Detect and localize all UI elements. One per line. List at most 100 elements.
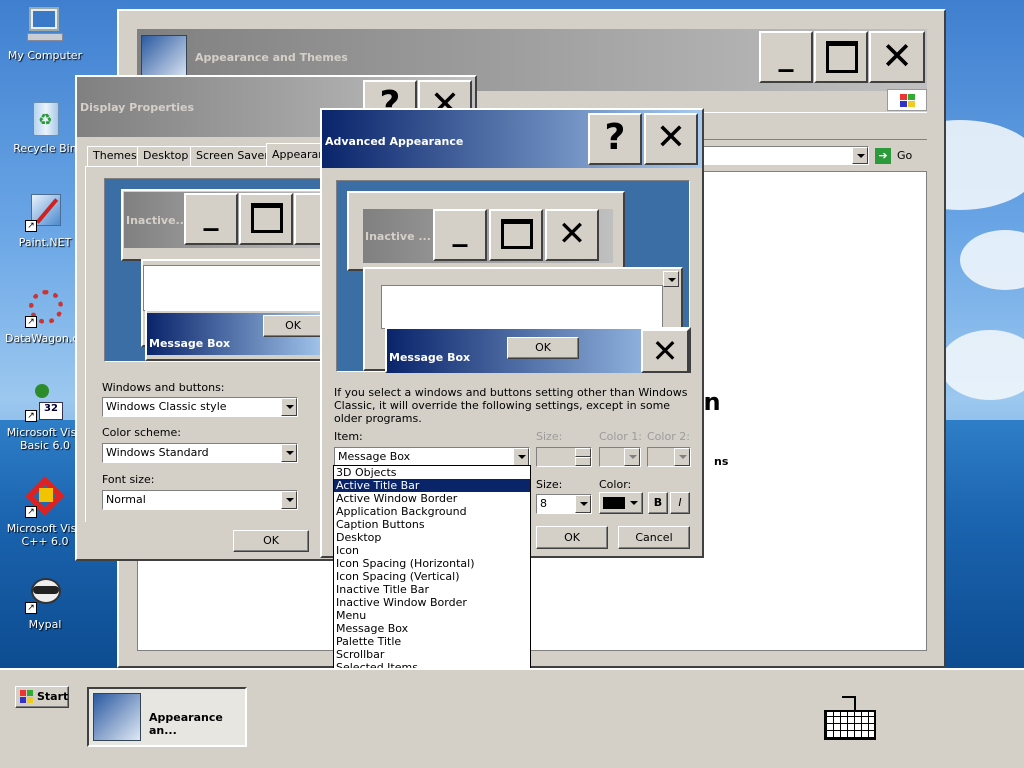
ok-button[interactable]: OK [536,526,608,549]
advanced-preview-inactive-title: Inactive ... [365,230,431,243]
dropdown-option[interactable]: Icon Spacing (Horizontal) [334,557,530,570]
desktop-icon-mypal[interactable]: ↗ Mypal [5,574,85,631]
go-button[interactable]: ➔ Go [873,146,927,166]
color1-picker[interactable] [599,447,641,467]
ok-button[interactable]: OK [233,530,309,552]
chevron-down-icon[interactable] [575,495,591,513]
minimize-button[interactable]: _ [759,31,813,83]
cancel-button[interactable]: Cancel [618,526,690,549]
desktop-icon-label: DataWagon.co [5,332,86,345]
color-scheme-value: Windows Standard [106,446,209,459]
tab-desktop[interactable]: Desktop [137,146,195,166]
preview-close-button: ✕ [545,209,599,261]
italic-button[interactable]: I [670,492,690,514]
chevron-down-icon[interactable] [513,448,529,466]
go-label: Go [897,149,913,162]
display-properties-title: Display Properties [80,101,195,114]
dropdown-option[interactable]: Application Background [334,505,530,518]
item-label: Item: [334,430,363,443]
dropdown-option[interactable]: Caption Buttons [334,518,530,531]
start-button[interactable]: Start [15,686,69,708]
desktop-icon-visual-cpp[interactable]: ↗ Microsoft Visu C++ 6.0 [5,476,85,548]
appearance-icon [93,693,141,741]
minimize-icon: _ [778,38,794,73]
main-window-title: Appearance and Themes [195,51,348,64]
dropdown-option[interactable]: Desktop [334,531,530,544]
help-button[interactable]: ? [588,113,642,165]
preview-maximize-button [239,193,293,245]
taskbar-task-appearance[interactable]: Appearance an... [87,687,247,747]
desktop-icon-label: Microsoft Visu Basic 6.0 [6,426,84,452]
dropdown-option[interactable]: Active Window Border [334,492,530,505]
close-icon: ✕ [881,34,913,78]
advanced-title: Advanced Appearance [325,135,464,148]
desktop-icon-paint-net[interactable]: ↗ Paint.NET [5,192,85,249]
font-size-label: Size: [536,478,563,491]
item-dropdown-list[interactable]: 3D Objects Active Title Bar Active Window … [333,465,531,701]
dropdown-option[interactable]: Icon Spacing (Vertical) [334,570,530,583]
item-select-value: Message Box [338,450,411,463]
tab-screen-saver[interactable]: Screen Saver [190,146,275,166]
preview-ok-button: OK [263,315,323,337]
font-size-select[interactable]: 8 [536,494,592,514]
advanced-preview-area: Inactive ... _ ✕ Message Box ✕ OK [336,180,691,373]
start-label: Start [37,690,69,703]
desktop-icon-label: Microsoft Visu C++ 6.0 [6,522,84,548]
desktop-icon-label: Recycle Bin [13,142,77,155]
desktop-icon-visual-basic[interactable]: 32 ↗ Microsoft Visu Basic 6.0 [5,382,85,452]
color-scheme-select[interactable]: Windows Standard [102,443,298,463]
chevron-down-icon[interactable] [281,398,297,416]
windows-logo-icon [20,690,34,704]
shortcut-arrow-icon: ↗ [25,410,37,422]
dropdown-option[interactable]: Icon [334,544,530,557]
maximize-button[interactable] [814,31,868,83]
color-label: Color: [599,478,632,491]
color2-picker[interactable] [647,447,691,467]
advanced-preview-ok-button: OK [507,337,579,359]
color-swatch [603,497,625,509]
taskbar: Start Appearance an... [0,668,1024,768]
recycle-bin-icon: ♻ [25,98,65,138]
size-spinner[interactable] [536,447,592,467]
chevron-down-icon[interactable] [624,448,640,466]
dropdown-option[interactable]: Inactive Title Bar [334,583,530,596]
desktop-icon-label: My Computer [7,49,83,62]
dropdown-option[interactable]: Palette Title [334,635,530,648]
color2-label: Color 2: [647,430,690,443]
preview-inactive-title: Inactive... _ [124,192,330,248]
task-label: Appearance an... [149,711,223,737]
desktop-icon-my-computer[interactable]: My Computer [5,5,85,62]
mypal-icon: ↗ [25,574,65,614]
close-button[interactable]: ✕ [869,31,925,83]
font-color-picker[interactable] [599,492,643,514]
bold-button[interactable]: B [648,492,668,514]
tab-themes[interactable]: Themes [87,146,143,166]
desktop-icon-recycle-bin[interactable]: ♻ Recycle Bin [5,98,85,155]
dropdown-option[interactable]: Active Title Bar [334,479,530,492]
close-button[interactable]: ✕ [644,113,698,165]
address-dropdown-button[interactable] [852,147,868,164]
font-size-select[interactable]: Normal [102,490,298,510]
windows-buttons-select[interactable]: Windows Classic style [102,397,298,417]
dropdown-option[interactable]: 3D Objects [334,466,530,479]
dropdown-option[interactable]: Message Box [334,622,530,635]
chevron-down-icon[interactable] [674,448,690,466]
visual-cpp-icon: ↗ [25,476,65,518]
size-label: Size: [536,430,563,443]
preview-maximize-button [489,209,543,261]
dropdown-option[interactable]: Inactive Window Border [334,596,530,609]
keyboard-icon[interactable] [824,696,876,742]
chevron-down-icon[interactable] [281,444,297,462]
preview-area: Inactive... _ Message Box OK [104,178,331,362]
font-size-value: Normal [106,493,146,506]
advanced-preview-inactive-window: Inactive ... _ ✕ [347,191,625,271]
address-bar[interactable] [679,146,869,165]
shortcut-arrow-icon: ↗ [25,506,37,518]
preview-message-box: Message Box OK [145,309,331,361]
dropdown-option[interactable]: Scrollbar [334,648,530,661]
dropdown-option[interactable]: Menu [334,609,530,622]
chevron-down-icon[interactable] [281,491,297,509]
preview-message-box-title: Message Box [149,337,231,350]
item-select[interactable]: Message Box [334,447,530,467]
desktop-icon-datawagon[interactable]: ↗ DataWagon.co [5,288,85,345]
